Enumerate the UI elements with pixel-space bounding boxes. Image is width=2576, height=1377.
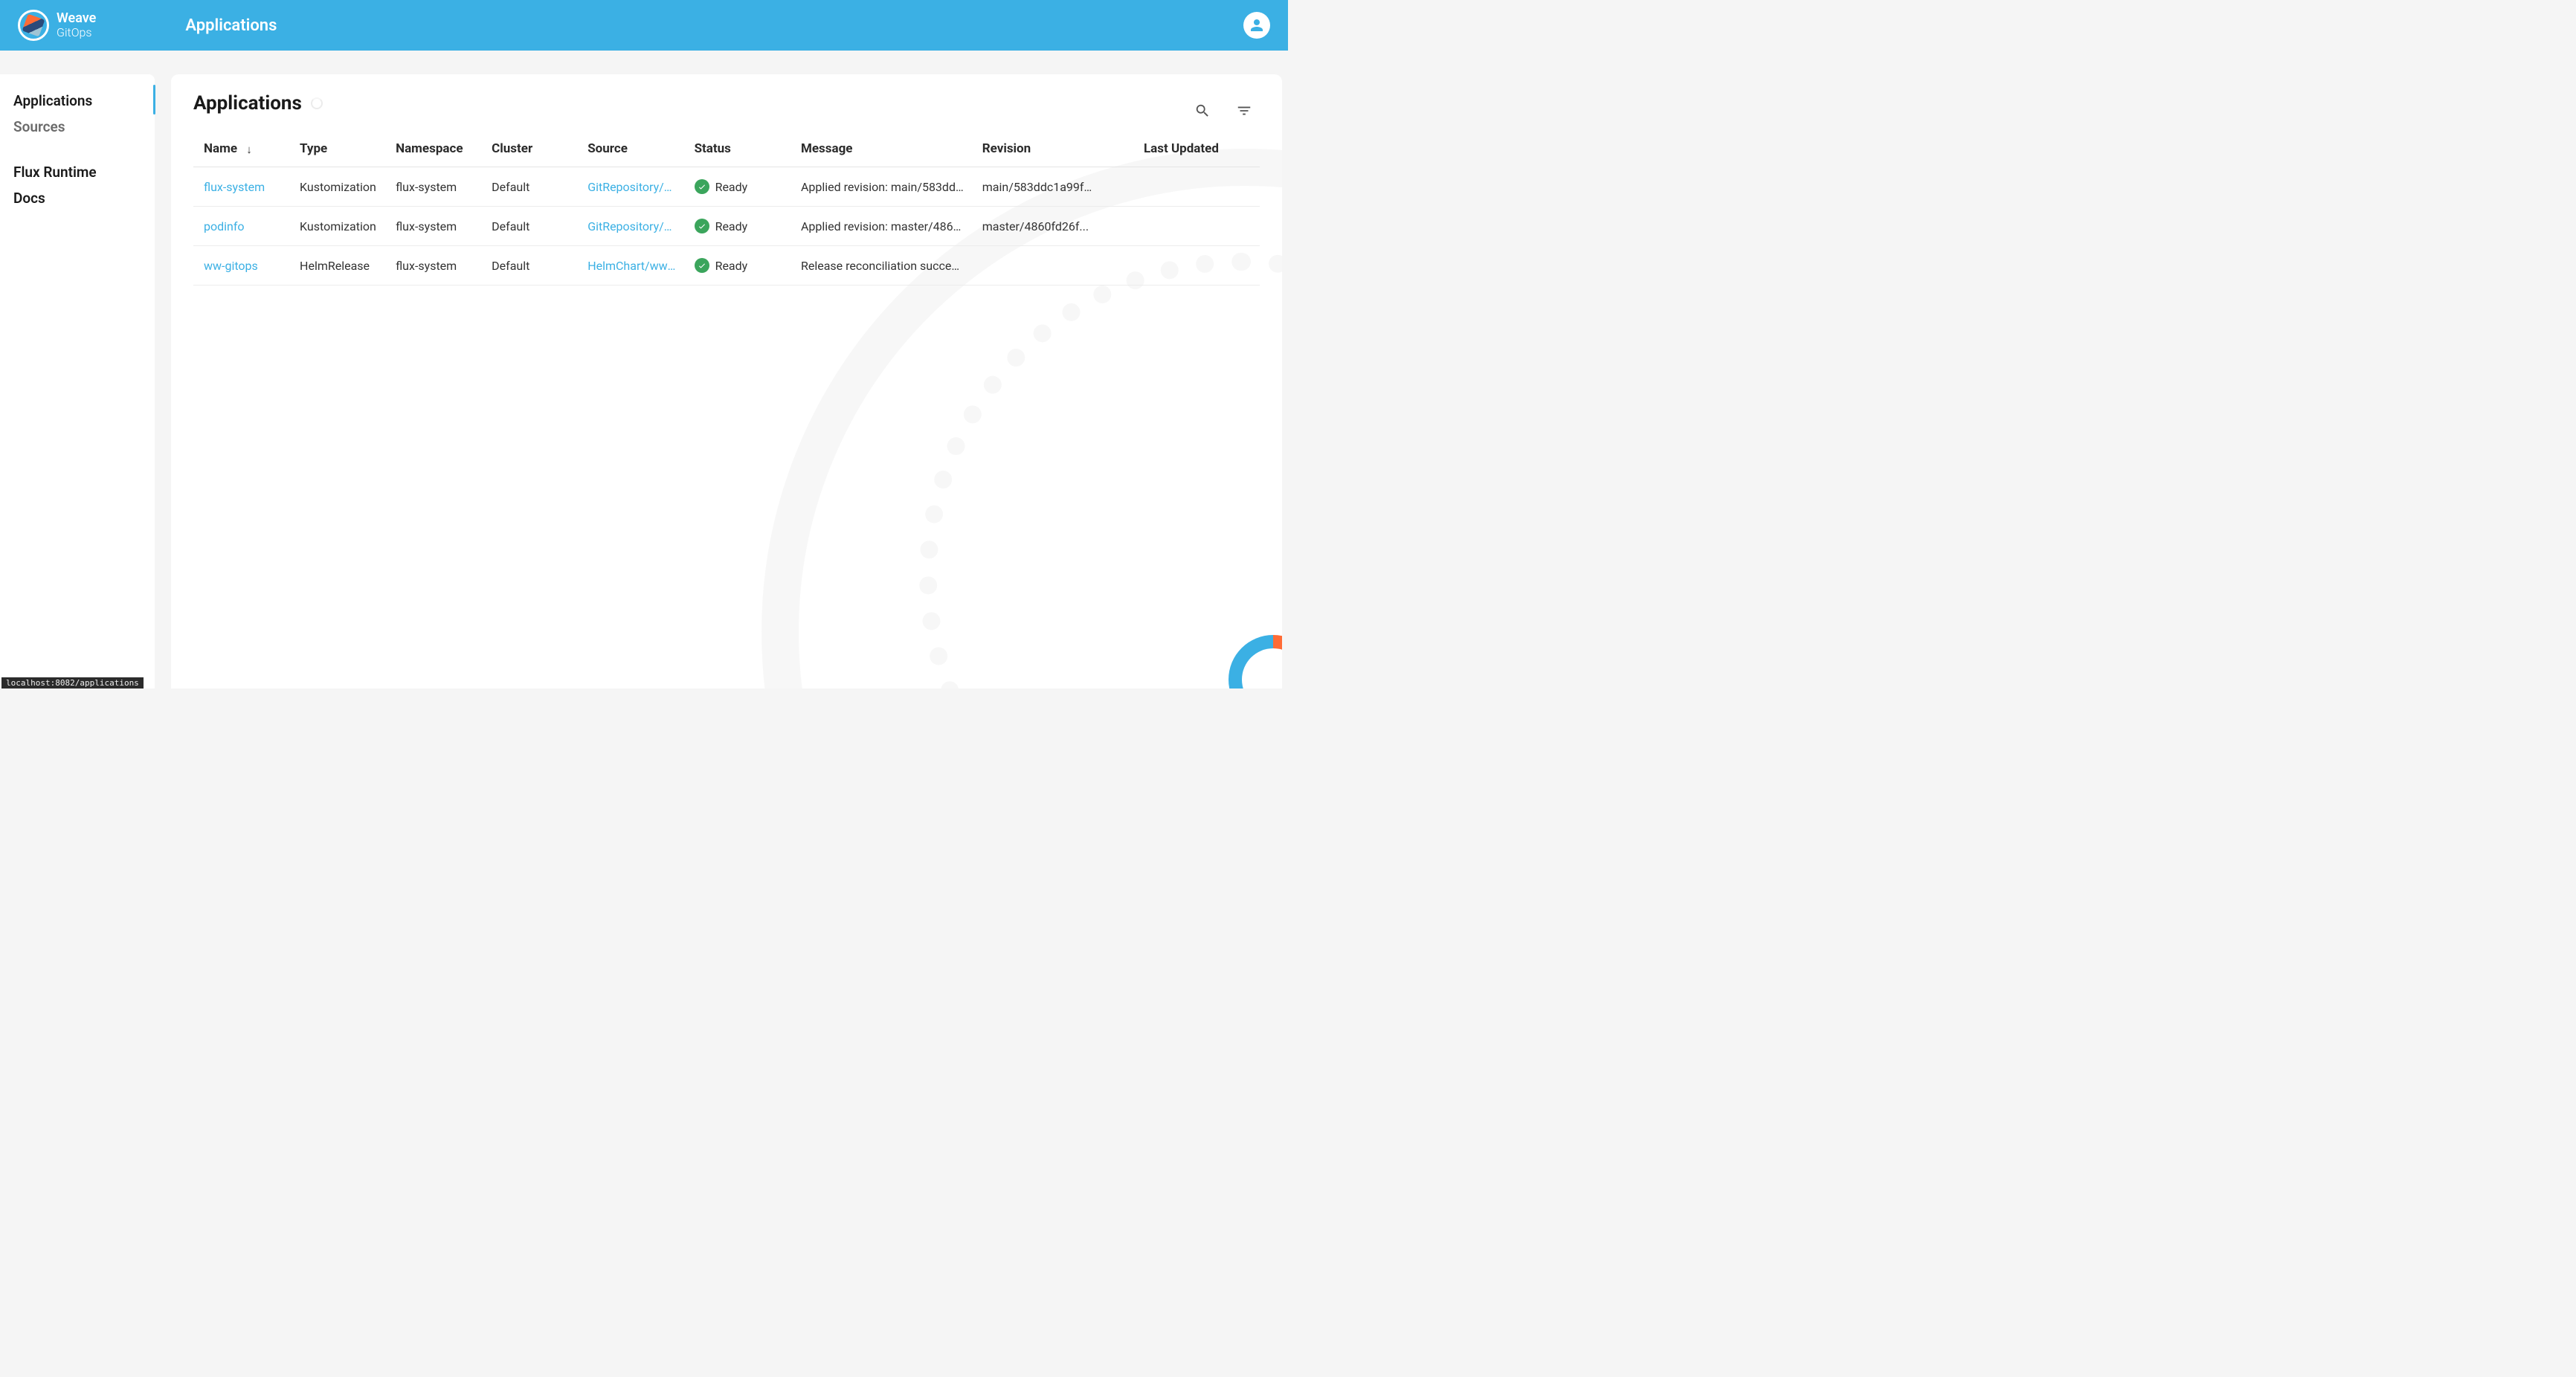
col-header-last-updated[interactable]: Last Updated <box>1100 131 1260 167</box>
sidebar-section-main: Applications Sources Flux Runtime Docs <box>0 74 155 211</box>
status-text: Ready <box>715 219 748 233</box>
sidebar-item-label: Flux Runtime <box>13 164 97 181</box>
table-head: Name ↓ Type Namespace Cluster Source Sta… <box>193 131 1260 167</box>
user-avatar-button[interactable] <box>1243 12 1270 39</box>
col-header-label: Namespace <box>396 141 463 156</box>
table-body: flux-system Kustomization flux-system De… <box>193 167 1260 286</box>
cell-type: Kustomization <box>289 207 385 246</box>
loading-spinner-icon <box>311 97 323 109</box>
sidebar-item-label: Docs <box>13 190 45 207</box>
col-header-name[interactable]: Name ↓ <box>193 131 289 167</box>
cell-revision <box>972 246 1100 286</box>
status-text: Ready <box>715 180 748 194</box>
sidebar-divider <box>0 140 155 159</box>
brand-logo[interactable]: Weave GitOps <box>18 10 96 41</box>
cell-message: Release reconciliation succeed... <box>790 246 972 286</box>
cell-last-updated <box>1100 246 1260 286</box>
col-header-label: Last Updated <box>1144 141 1219 156</box>
sidebar-item-docs[interactable]: Docs <box>0 185 155 211</box>
cell-source[interactable]: GitRepository/flu... <box>577 167 683 207</box>
cell-revision: master/4860fd26f... <box>972 207 1100 246</box>
decorative-gauge-icon <box>1229 635 1282 688</box>
cell-message: Applied revision: master/4860f... <box>790 207 972 246</box>
sidebar-item-sources[interactable]: Sources <box>0 114 155 140</box>
table-header-row: Name ↓ Type Namespace Cluster Source Sta… <box>193 131 1260 167</box>
cell-cluster: Default <box>481 167 577 207</box>
check-icon <box>698 261 706 270</box>
cell-name[interactable]: ww-gitops <box>193 246 289 286</box>
cell-name[interactable]: flux-system <box>193 167 289 207</box>
cell-message: Applied revision: main/583ddc1... <box>790 167 972 207</box>
sidebar-item-label: Sources <box>13 118 65 135</box>
filter-icon <box>1236 103 1252 119</box>
page-title: Applications <box>193 92 302 115</box>
cell-status: Ready <box>684 167 790 207</box>
table-row[interactable]: podinfo Kustomization flux-system Defaul… <box>193 207 1260 246</box>
cell-type: HelmRelease <box>289 246 385 286</box>
cell-source[interactable]: HelmChart/ww-... <box>577 246 683 286</box>
brand-name-line1: Weave <box>57 11 96 26</box>
col-header-type[interactable]: Type <box>289 131 385 167</box>
cell-cluster: Default <box>481 207 577 246</box>
cell-cluster: Default <box>481 246 577 286</box>
filter-button[interactable] <box>1236 103 1252 122</box>
status-ready-icon <box>695 179 709 194</box>
status-ready-icon <box>695 258 709 273</box>
cell-last-updated <box>1100 207 1260 246</box>
sort-descending-icon: ↓ <box>246 143 252 156</box>
sidebar-item-applications[interactable]: Applications <box>0 88 155 114</box>
sidebar: Applications Sources Flux Runtime Docs <box>0 74 155 688</box>
cell-namespace: flux-system <box>385 246 481 286</box>
col-header-label: Type <box>300 141 327 156</box>
check-icon <box>698 182 706 191</box>
sidebar-item-label: Applications <box>13 92 92 109</box>
search-button[interactable] <box>1194 103 1211 122</box>
cell-revision: main/583ddc1a99f... <box>972 167 1100 207</box>
col-header-label: Message <box>801 141 853 156</box>
col-header-label: Source <box>587 141 628 156</box>
cell-name[interactable]: podinfo <box>193 207 289 246</box>
brand-logo-mark-icon <box>18 10 49 41</box>
brand-name-line2: GitOps <box>57 26 96 39</box>
col-header-status[interactable]: Status <box>684 131 790 167</box>
col-header-revision[interactable]: Revision <box>972 131 1100 167</box>
brand-logo-text: Weave GitOps <box>57 11 96 39</box>
col-header-message[interactable]: Message <box>790 131 972 167</box>
check-icon <box>698 222 706 230</box>
search-icon <box>1194 103 1211 119</box>
cell-last-updated <box>1100 167 1260 207</box>
applications-table: Name ↓ Type Namespace Cluster Source Sta… <box>193 131 1260 286</box>
status-text: Ready <box>715 259 748 273</box>
status-ready-icon <box>695 219 709 233</box>
table-toolbar <box>1194 103 1252 122</box>
col-header-label: Name <box>204 141 237 156</box>
cell-type: Kustomization <box>289 167 385 207</box>
table-row[interactable]: flux-system Kustomization flux-system De… <box>193 167 1260 207</box>
col-header-label: Status <box>695 141 731 156</box>
browser-statusbar: localhost:8082/applications <box>1 677 144 688</box>
main-title-row: Applications <box>193 92 1260 115</box>
col-header-label: Cluster <box>492 141 532 156</box>
cell-source[interactable]: GitRepository/p... <box>577 207 683 246</box>
col-header-namespace[interactable]: Namespace <box>385 131 481 167</box>
cell-status: Ready <box>684 246 790 286</box>
col-header-source[interactable]: Source <box>577 131 683 167</box>
header-left: Weave GitOps Applications <box>18 10 277 41</box>
app-header: Weave GitOps Applications <box>0 0 1288 51</box>
cell-status: Ready <box>684 207 790 246</box>
cell-namespace: flux-system <box>385 167 481 207</box>
col-header-cluster[interactable]: Cluster <box>481 131 577 167</box>
page-title-header: Applications <box>185 16 277 35</box>
col-header-label: Revision <box>982 141 1031 156</box>
sidebar-item-flux-runtime[interactable]: Flux Runtime <box>0 159 155 185</box>
cell-namespace: flux-system <box>385 207 481 246</box>
table-row[interactable]: ww-gitops HelmRelease flux-system Defaul… <box>193 246 1260 286</box>
main-content: Applications Name ↓ Type Namespace Clust… <box>171 74 1282 688</box>
user-icon <box>1248 16 1266 34</box>
